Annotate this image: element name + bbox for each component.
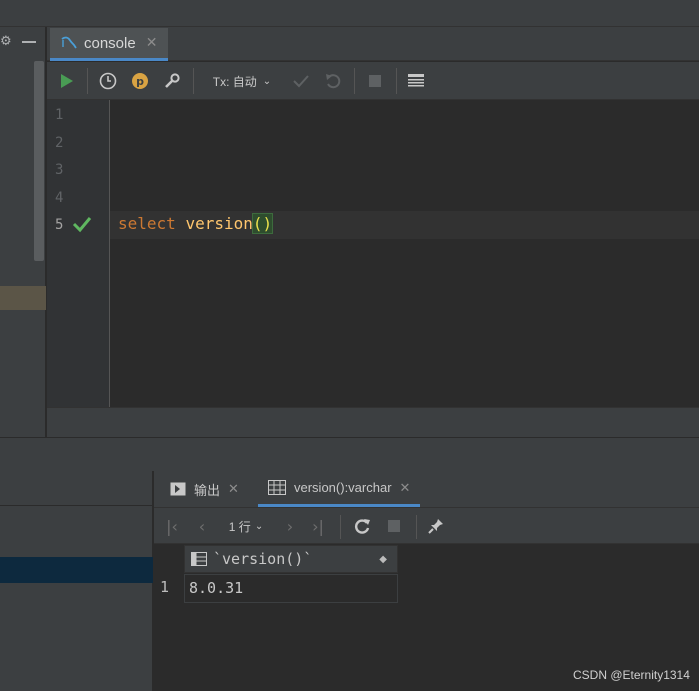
tab-result-version[interactable]: version():varchar ✕ <box>258 471 421 507</box>
line-number: 3 <box>55 162 64 178</box>
output-icon <box>170 482 186 496</box>
tx-mode-dropdown[interactable]: Tx: 自动 ⌄ <box>207 70 277 92</box>
line-number: 2 <box>55 135 64 151</box>
prev-page-icon[interactable]: ‹ <box>194 516 210 536</box>
rows-count-label: 1 行 <box>228 519 251 534</box>
pin-icon <box>428 519 443 534</box>
chevron-down-icon: ⌄ <box>254 520 264 532</box>
rows-count-dropdown[interactable]: 1 行 ⌄ <box>224 516 268 536</box>
stop-icon <box>369 75 381 87</box>
gear-icon[interactable]: ⚙ <box>0 33 12 51</box>
column-header[interactable]: `version()` ◆ <box>184 545 398 573</box>
output-layout-button[interactable] <box>405 70 427 92</box>
sql-statement[interactable]: select version() <box>118 213 274 234</box>
result-cell[interactable]: 8.0.31 <box>184 574 398 603</box>
selected-tree-item[interactable] <box>0 286 46 310</box>
run-button[interactable] <box>57 70 77 92</box>
result-toolbar: |‹ ‹ 1 行 ⌄ › ›| <box>154 507 699 544</box>
editor-toolbar: p Tx: 自动 ⌄ <box>47 62 699 100</box>
svg-text:p: p <box>136 75 144 88</box>
sql-keyword: select <box>118 214 176 233</box>
line-number: 1 <box>55 107 64 123</box>
stop-button[interactable] <box>364 70 386 92</box>
tx-mode-label: Tx: 自动 <box>212 74 257 89</box>
checkmark-icon <box>293 75 309 88</box>
services-tree-selected-item[interactable] <box>0 557 153 583</box>
toolbar-separator <box>193 68 194 94</box>
explain-plan-button[interactable]: p <box>129 70 151 92</box>
tab-console[interactable]: console ✕ <box>50 28 168 61</box>
tab-console-label: console <box>84 34 136 52</box>
sql-function: version <box>185 214 253 233</box>
settings-button[interactable] <box>161 70 183 92</box>
editor-area[interactable] <box>47 100 699 407</box>
minimize-icon[interactable] <box>22 41 36 43</box>
row-number: 1 <box>160 578 170 596</box>
chevron-down-icon: ⌄ <box>262 75 272 87</box>
last-page-icon[interactable]: ›| <box>310 516 326 536</box>
close-icon[interactable]: ✕ <box>400 480 411 496</box>
clock-icon <box>99 72 117 90</box>
first-page-icon[interactable]: |‹ <box>164 516 180 536</box>
panel-divider[interactable] <box>0 437 699 471</box>
line-gutter: 1 2 3 4 5 <box>47 100 110 407</box>
toolbar-separator <box>354 68 355 94</box>
table-layout-icon <box>408 74 424 87</box>
services-tabs: 输出 ✕ version():varchar ✕ <box>154 471 699 507</box>
column-icon <box>191 552 207 566</box>
toolbar-separator <box>87 68 88 94</box>
commit-button[interactable] <box>290 70 312 92</box>
stop-button[interactable] <box>384 516 404 536</box>
close-icon[interactable]: ✕ <box>146 35 158 51</box>
next-page-icon[interactable]: › <box>282 516 298 536</box>
p-circle-icon: p <box>132 73 148 89</box>
rollback-button[interactable] <box>322 70 344 92</box>
table-icon <box>268 480 286 495</box>
undo-icon <box>326 74 341 89</box>
top-bar <box>0 0 699 27</box>
sort-icon[interactable]: ◆ <box>379 554 387 565</box>
pin-button[interactable] <box>426 516 446 536</box>
mysql-console-icon <box>61 36 77 49</box>
close-icon[interactable]: ✕ <box>228 481 239 497</box>
stop-icon <box>388 520 400 532</box>
toolbar-separator <box>340 515 341 539</box>
project-panel: ⚙ <box>0 27 46 437</box>
toolbar-separator <box>416 515 417 539</box>
tab-output[interactable]: 输出 ✕ <box>170 471 239 507</box>
history-button[interactable] <box>97 70 119 92</box>
refresh-button[interactable] <box>352 516 372 536</box>
executed-check-icon <box>72 217 92 233</box>
refresh-icon <box>355 519 370 534</box>
line-number: 4 <box>55 190 64 206</box>
editor-footer <box>47 407 699 437</box>
sql-parens: () <box>251 213 274 234</box>
scrollbar[interactable] <box>34 61 44 261</box>
play-icon <box>61 74 73 88</box>
services-tree-divider <box>0 505 153 506</box>
toolbar-separator <box>396 68 397 94</box>
tab-result-label: version():varchar <box>294 480 392 495</box>
wrench-icon <box>165 73 180 88</box>
watermark: CSDN @Eternity1314 <box>573 668 690 682</box>
tab-output-label: 输出 <box>194 482 221 498</box>
column-header-label: `version()` <box>213 550 313 568</box>
